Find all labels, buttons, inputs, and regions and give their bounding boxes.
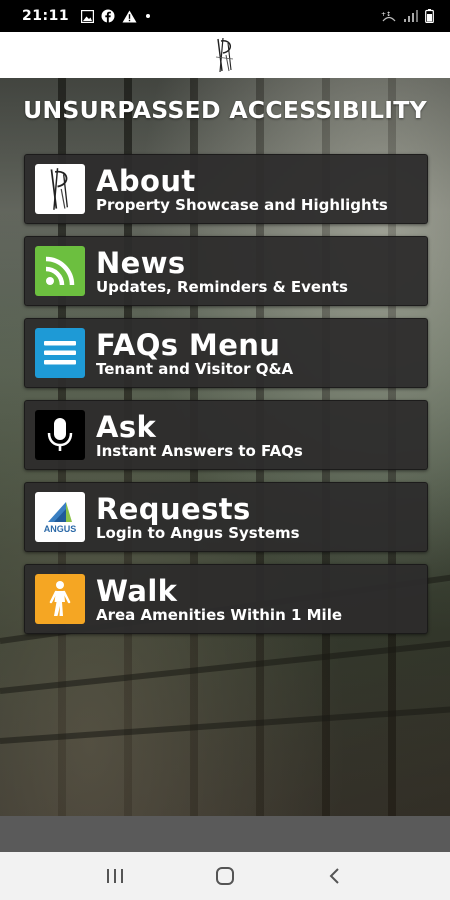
menu-item-subtitle: Updates, Reminders & Events <box>96 277 348 296</box>
warning-icon <box>122 10 137 22</box>
app-bar <box>0 32 450 78</box>
home-icon[interactable] <box>215 866 235 886</box>
microphone-icon <box>47 418 73 451</box>
angus-logo-text: ANGUS <box>43 524 77 534</box>
menu-item-ask[interactable]: Ask Instant Answers to FAQs <box>24 400 428 470</box>
wifi-icon: +↕ <box>381 11 396 21</box>
gallery-icon <box>81 9 95 23</box>
menu-item-about[interactable]: About Property Showcase and Highlights <box>24 154 428 224</box>
menu-item-subtitle: Login to Angus Systems <box>96 523 300 542</box>
news-icon-tile <box>35 246 85 296</box>
back-icon[interactable] <box>325 866 345 886</box>
menu-item-title: Requests <box>96 491 251 526</box>
menu-item-news[interactable]: News Updates, Reminders & Events <box>24 236 428 306</box>
battery-icon <box>425 9 434 23</box>
status-bar: 21:11 +↕ <box>0 0 450 32</box>
dot-icon <box>146 14 151 18</box>
menu-item-faqs[interactable]: FAQs Menu Tenant and Visitor Q&A <box>24 318 428 388</box>
menu-lines-icon <box>44 341 76 365</box>
pedestrian-icon <box>49 581 71 616</box>
menu-item-subtitle: Property Showcase and Highlights <box>96 195 388 214</box>
menu-item-title: Walk <box>96 573 178 608</box>
menu-item-subtitle: Area Amenities Within 1 Mile <box>96 605 343 624</box>
facebook-icon <box>101 9 115 23</box>
walk-icon-tile <box>35 574 85 624</box>
menu-item-walk[interactable]: Walk Area Amenities Within 1 Mile <box>24 564 428 634</box>
rss-icon <box>45 256 75 286</box>
menu-item-subtitle: Tenant and Visitor Q&A <box>96 359 294 378</box>
menu-item-title: About <box>96 163 196 198</box>
main-content: UNSURPASSED ACCESSIBILITY About Property… <box>0 78 450 816</box>
requests-icon-tile: ANGUS <box>35 492 85 542</box>
signal-icon <box>404 9 418 22</box>
menu-item-title: News <box>96 245 186 280</box>
faqs-icon-tile <box>35 328 85 378</box>
menu-item-title: FAQs Menu <box>96 327 281 362</box>
notification-icons <box>81 9 151 23</box>
menu-item-subtitle: Instant Answers to FAQs <box>96 441 303 460</box>
property-logo-icon <box>50 168 69 210</box>
ask-icon-tile <box>35 410 85 460</box>
page-headline: UNSURPASSED ACCESSIBILITY <box>23 96 427 124</box>
menu-item-title: Ask <box>96 409 157 444</box>
menu-item-requests[interactable]: ANGUS Requests Login to Angus Systems <box>24 482 428 552</box>
status-time: 21:11 <box>22 8 70 24</box>
about-icon-tile <box>35 164 85 214</box>
bottom-strip <box>0 816 450 852</box>
property-logo-icon <box>215 37 234 73</box>
system-icons: +↕ <box>381 9 434 23</box>
recent-apps-icon[interactable] <box>105 867 125 885</box>
navigation-bar <box>0 852 450 900</box>
angus-logo-icon <box>48 502 72 522</box>
